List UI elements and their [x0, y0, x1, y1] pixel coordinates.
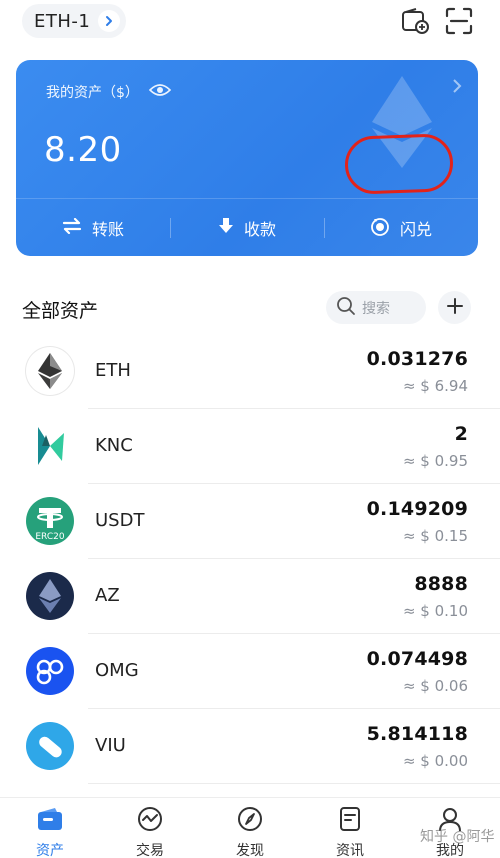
add-asset-button[interactable]: [438, 291, 471, 324]
zhihu-watermark: 知乎 @阿华: [420, 829, 495, 845]
token-row-eth[interactable]: ETH 0.031276 ≈ $ 6.94: [0, 334, 500, 409]
wallet-add-icon[interactable]: [400, 6, 430, 36]
asset-card[interactable]: 我的资产（$） 8.20 转账 收款 闪兑: [16, 60, 478, 256]
wallet-icon: [36, 806, 64, 836]
nav-news-label: 资讯: [336, 843, 364, 858]
token-symbol: KNC: [95, 435, 133, 456]
eth-logo-icon: [26, 347, 74, 395]
token-balance: 2: [454, 423, 468, 445]
transfer-label: 转账: [91, 220, 124, 239]
erc20-badge: ERC20: [35, 532, 65, 542]
token-fiat-value: ≈ $ 6.94: [402, 377, 468, 395]
token-list: ETH 0.031276 ≈ $ 6.94 KNC 2 ≈ $ 0.95 ERC…: [0, 334, 500, 784]
card-actions: 转账 收款 闪兑: [16, 200, 478, 256]
swap-icon: [370, 216, 390, 240]
nav-discover[interactable]: 发现: [200, 798, 300, 858]
token-fiat-value: ≈ $ 0.15: [402, 527, 468, 545]
viu-logo-icon: [26, 722, 74, 770]
knc-logo-icon: [26, 422, 74, 470]
token-balance: 5.814118: [366, 723, 468, 745]
token-fiat-value: ≈ $ 0.10: [402, 602, 468, 620]
receive-label: 收款: [243, 220, 276, 239]
scan-icon[interactable]: [444, 6, 474, 36]
token-row-az[interactable]: AZ 8888 ≈ $ 0.10: [0, 559, 500, 634]
trade-icon: [137, 806, 163, 836]
nav-assets[interactable]: 资产: [0, 798, 100, 858]
search-icon: [336, 296, 356, 320]
token-fiat-value: ≈ $ 0.00: [402, 752, 468, 770]
omg-logo-icon: [26, 647, 74, 695]
chevron-right-icon: [98, 10, 121, 32]
wallet-selector[interactable]: ETH-1: [22, 4, 127, 38]
search-placeholder: 搜索: [362, 300, 390, 317]
top-bar: ETH-1: [0, 0, 500, 44]
card-divider: [16, 198, 478, 199]
wallet-name: ETH-1: [34, 10, 91, 32]
token-balance: 0.074498: [366, 648, 468, 670]
transfer-button[interactable]: 转账: [16, 200, 170, 256]
token-symbol: USDT: [95, 510, 145, 531]
token-symbol: ETH: [95, 360, 131, 381]
eye-icon[interactable]: [148, 83, 172, 101]
compass-icon: [237, 806, 263, 836]
token-fiat-value: ≈ $ 0.06: [402, 677, 468, 695]
asset-label: 我的资产（$）: [46, 82, 172, 102]
token-symbol: OMG: [95, 660, 139, 681]
token-balance: 0.149209: [366, 498, 468, 520]
token-row-viu[interactable]: VIU 5.814118 ≈ $ 0.00: [0, 709, 500, 784]
news-icon: [338, 806, 362, 836]
token-balance: 8888: [414, 573, 468, 595]
nav-assets-label: 资产: [36, 843, 64, 858]
asset-label-text: 我的资产（$）: [46, 85, 139, 101]
nav-trade[interactable]: 交易: [100, 798, 200, 858]
token-row-usdt[interactable]: ERC20 USDT 0.149209 ≈ $ 0.15: [0, 484, 500, 559]
token-balance: 0.031276: [366, 348, 468, 370]
token-row-knc[interactable]: KNC 2 ≈ $ 0.95: [0, 409, 500, 484]
assets-section-title: 全部资产: [22, 300, 99, 322]
token-symbol: AZ: [95, 585, 120, 606]
ethereum-watermark-icon: [372, 76, 432, 172]
swap-label: 闪兑: [399, 220, 432, 239]
receive-button[interactable]: 收款: [170, 200, 324, 256]
asset-search[interactable]: 搜索: [326, 291, 426, 324]
swap-button[interactable]: 闪兑: [324, 200, 478, 256]
transfer-icon: [62, 217, 82, 238]
chevron-right-icon[interactable]: [452, 78, 462, 97]
total-asset-amount: 8.20: [44, 130, 122, 170]
plus-icon: [446, 297, 464, 319]
usdt-logo-icon: ERC20: [26, 497, 74, 545]
token-symbol: VIU: [95, 735, 126, 756]
receive-icon: [218, 217, 234, 239]
token-fiat-value: ≈ $ 0.95: [402, 452, 468, 470]
token-row-omg[interactable]: OMG 0.074498 ≈ $ 0.06: [0, 634, 500, 709]
az-logo-icon: [26, 572, 74, 620]
nav-discover-label: 发现: [236, 843, 264, 858]
nav-news[interactable]: 资讯: [300, 798, 400, 858]
nav-trade-label: 交易: [136, 843, 164, 858]
